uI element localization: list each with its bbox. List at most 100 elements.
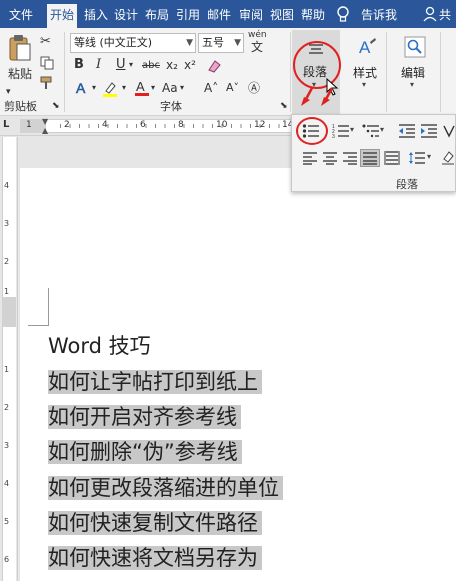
numbering-dropdown-icon[interactable]: ▾ — [350, 125, 354, 134]
tab-review[interactable]: 审阅 — [236, 6, 266, 24]
editing-dropdown-icon[interactable]: ▾ — [410, 80, 414, 89]
ruler-number: 5 — [4, 517, 10, 526]
chinese-layout-icon[interactable] — [442, 123, 456, 139]
annotation-circle — [296, 117, 328, 145]
ruler-number: 3 — [4, 441, 10, 450]
tab-insert[interactable]: 插入 — [81, 6, 111, 24]
ruler-number: 1 — [4, 365, 10, 374]
format-painter-icon[interactable] — [40, 76, 54, 90]
change-case-dropdown-icon[interactable]: ▾ — [180, 80, 184, 96]
ruler-number: 1 — [4, 287, 10, 296]
subscript-icon[interactable]: x₂ — [166, 57, 178, 73]
paste-label[interactable]: 粘贴 — [8, 66, 32, 82]
user-icon[interactable] — [423, 6, 437, 22]
paste-icon[interactable] — [8, 34, 32, 62]
font-group-label: 字体 — [160, 100, 182, 113]
decrease-indent-icon[interactable] — [398, 123, 416, 139]
underline-icon[interactable]: U — [116, 57, 126, 73]
line-spacing-dropdown-icon[interactable]: ▾ — [427, 152, 431, 161]
increase-indent-icon[interactable] — [420, 123, 438, 139]
strikethrough-icon[interactable]: abc — [142, 58, 160, 74]
align-left-icon[interactable] — [302, 151, 318, 165]
font-color-icon[interactable]: A — [134, 79, 150, 97]
shading-icon[interactable] — [441, 150, 455, 166]
editing-label[interactable]: 编辑 — [401, 64, 425, 81]
bold-icon[interactable]: B — [74, 57, 84, 73]
enclose-characters-icon[interactable]: Ⓐ — [248, 80, 260, 96]
tab-mailings[interactable]: 邮件 — [204, 6, 234, 24]
share-button[interactable]: 共 — [436, 6, 454, 24]
font-size-select[interactable]: 五号 ▼ — [198, 33, 244, 53]
divider — [290, 32, 291, 112]
tab-view[interactable]: 视图 — [267, 6, 297, 24]
clipboard-launcher-icon[interactable]: ⬊ — [52, 98, 60, 114]
svg-text:3: 3 — [332, 134, 335, 139]
tab-file[interactable]: 文件 — [6, 6, 36, 24]
lightbulb-icon[interactable] — [336, 5, 350, 23]
styles-dropdown-icon[interactable]: ▾ — [362, 80, 366, 89]
align-right-icon[interactable] — [342, 151, 358, 165]
document-line[interactable]: 如何开启对齐参考线 — [48, 401, 241, 433]
styles-icon[interactable]: A — [356, 36, 378, 58]
ribbon-tab-bar: 文件 开始 插入 设计 布局 引用 邮件 审阅 视图 帮助 告诉我 共 — [0, 0, 456, 28]
tab-selector-icon[interactable]: L — [3, 119, 9, 130]
document-line-text: 如何更改段落缩进的单位 — [48, 476, 283, 500]
underline-dropdown-icon[interactable]: ▾ — [129, 57, 133, 73]
highlight-color-icon[interactable] — [102, 80, 120, 98]
tab-layout[interactable]: 布局 — [142, 6, 172, 24]
ruler-ticks — [60, 124, 280, 128]
ruler-number: 4 — [4, 479, 10, 488]
vruler-margin — [2, 297, 16, 327]
text-effects-icon[interactable]: A — [74, 80, 90, 96]
tab-help[interactable]: 帮助 — [298, 6, 328, 24]
divider — [440, 32, 441, 112]
text-effects-dropdown-icon[interactable]: ▾ — [92, 80, 96, 96]
font-color-dropdown-icon[interactable]: ▾ — [151, 80, 155, 96]
document-line-text: 如何让字帖打印到纸上 — [48, 370, 262, 394]
tell-me-search[interactable]: 告诉我 — [358, 6, 400, 24]
document-line[interactable]: 如何更改段落缩进的单位 — [48, 472, 283, 504]
vruler-track — [2, 137, 16, 581]
ruler-number: 2 — [4, 257, 10, 266]
ruler-number: 4 — [4, 181, 10, 190]
document-line[interactable]: 如何快速将文档另存为 — [48, 542, 262, 574]
document-line[interactable]: 如何让字帖打印到纸上 — [48, 366, 262, 398]
font-name-select[interactable]: 等线 (中文正文) ▼ — [70, 33, 196, 53]
font-launcher-icon[interactable]: ⬊ — [280, 98, 288, 114]
vertical-ruler[interactable]: 4 3 2 1 1 2 3 4 5 6 — [0, 137, 18, 581]
tab-design[interactable]: 设计 — [111, 6, 141, 24]
copy-icon[interactable] — [40, 56, 54, 70]
tab-references[interactable]: 引用 — [173, 6, 203, 24]
numbering-icon[interactable]: 123 — [332, 123, 350, 139]
change-case-button[interactable]: Aa — [162, 80, 178, 96]
line-spacing-icon[interactable] — [408, 150, 426, 166]
chevron-down-icon: ▼ — [186, 38, 193, 48]
distributed-icon[interactable] — [384, 150, 400, 166]
grow-font-icon[interactable]: A˄ — [204, 80, 218, 96]
align-center-icon[interactable] — [322, 151, 338, 165]
search-icon[interactable] — [404, 36, 426, 58]
document-line-text: 如何快速将文档另存为 — [48, 546, 262, 570]
hanging-indent-icon[interactable]: ▲ — [42, 126, 48, 135]
clear-formatting-icon[interactable] — [206, 58, 222, 74]
tab-home[interactable]: 开始 — [47, 4, 78, 28]
superscript-icon[interactable]: x² — [184, 57, 196, 73]
divider — [64, 32, 65, 112]
chevron-down-icon: ▼ — [234, 38, 241, 48]
phonetic-guide-button[interactable]: wén 文 — [248, 30, 267, 54]
justify-icon[interactable] — [360, 149, 380, 167]
italic-icon[interactable]: I — [96, 57, 101, 73]
highlight-dropdown-icon[interactable]: ▾ — [122, 80, 126, 96]
margin-corner-mark — [28, 325, 49, 326]
styles-label[interactable]: 样式 — [353, 64, 377, 81]
multilevel-dropdown-icon[interactable]: ▾ — [380, 125, 384, 134]
document-line[interactable]: 如何删除“伪”参考线 — [48, 436, 242, 468]
shrink-font-icon[interactable]: A˅ — [226, 80, 239, 96]
indent-marker-icon[interactable]: ▼ — [42, 117, 48, 126]
document-line-text: 如何开启对齐参考线 — [48, 405, 241, 429]
multilevel-list-icon[interactable] — [362, 123, 380, 139]
document-line[interactable]: Word 技巧 — [48, 330, 151, 362]
document-line[interactable]: 如何快速复制文件路径 — [48, 507, 262, 539]
cut-icon[interactable]: ✂ — [40, 34, 51, 50]
svg-text:A: A — [136, 79, 145, 94]
